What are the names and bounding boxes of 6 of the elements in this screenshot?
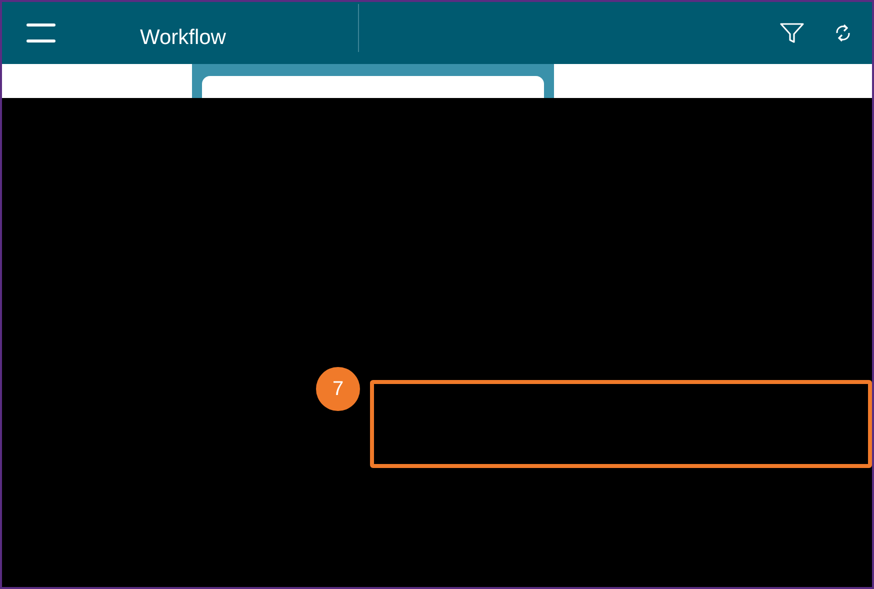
filter-icon[interactable] (780, 23, 804, 43)
menu-icon[interactable] (26, 23, 56, 43)
sync-icon[interactable] (834, 23, 852, 43)
search-field[interactable] (202, 76, 544, 98)
page-title: Workflow (140, 26, 226, 50)
callout-number: 7 (316, 367, 360, 411)
